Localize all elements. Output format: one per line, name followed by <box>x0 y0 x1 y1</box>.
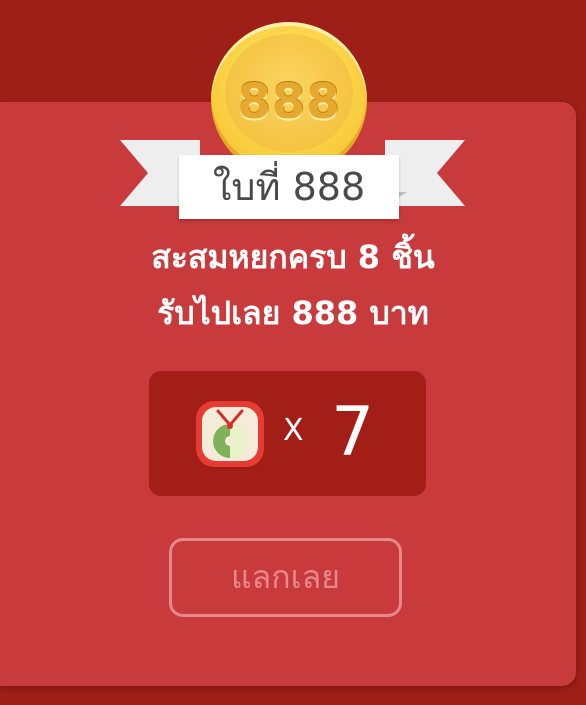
redeem-button[interactable]: แลกเลย <box>169 538 402 617</box>
jade-pendant-icon <box>196 401 264 469</box>
jade-counter: X 7 <box>149 371 426 496</box>
coin-value: 888 <box>237 74 341 130</box>
headline-collect: สะสมหยกครบ 8 ชิ้น <box>151 238 435 276</box>
jade-count: 7 <box>331 393 375 472</box>
ribbon-label: ใบที่ 888 <box>179 155 399 219</box>
multiply-sign: X <box>283 413 304 448</box>
headline-reward: รับไปเลย 888 บาท <box>157 294 429 332</box>
